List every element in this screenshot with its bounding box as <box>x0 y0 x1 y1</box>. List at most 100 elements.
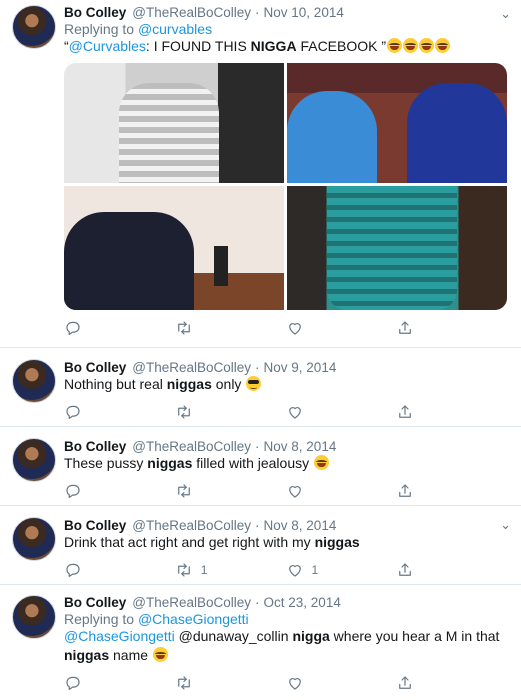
like-count: 1 <box>311 563 319 577</box>
separator: · <box>255 360 260 375</box>
share-icon <box>396 561 414 579</box>
tweet-actions <box>64 672 507 694</box>
reply-button[interactable] <box>64 561 175 579</box>
like-icon <box>286 482 304 500</box>
display-name[interactable]: Bo Colley <box>64 518 126 533</box>
share-button[interactable] <box>396 482 507 500</box>
user-handle[interactable]: @TheRealBoColley <box>132 439 251 454</box>
reply-icon <box>64 561 82 579</box>
share-button[interactable] <box>396 403 507 421</box>
text-segment: FACEBOOK ” <box>296 38 387 54</box>
like-icon <box>286 561 304 579</box>
user-handle[interactable]: @TheRealBoColley <box>132 595 251 610</box>
retweet-icon <box>175 403 193 421</box>
tweet-text: Nothing but real niggas only <box>64 375 507 394</box>
avatar[interactable] <box>12 5 56 49</box>
tweet-header: Bo Colley @TheRealBoColley · Oct 23, 201… <box>64 595 507 610</box>
separator: · <box>255 5 260 20</box>
photo[interactable] <box>64 186 284 310</box>
reply-button[interactable] <box>64 674 175 692</box>
like-button[interactable] <box>286 482 397 500</box>
display-name[interactable]: Bo Colley <box>64 595 126 610</box>
like-button[interactable] <box>286 674 397 692</box>
tweet-actions <box>64 317 507 339</box>
share-button[interactable] <box>396 561 507 579</box>
tweet-date[interactable]: Nov 8, 2014 <box>264 518 337 533</box>
reply-to-link[interactable]: @ChaseGiongetti <box>138 611 249 627</box>
user-handle[interactable]: @TheRealBoColley <box>132 518 251 533</box>
mention-link[interactable]: @ChaseGiongetti <box>64 628 175 644</box>
reply-button[interactable] <box>64 482 175 500</box>
avatar[interactable] <box>12 517 56 561</box>
text-segment: filled with jealousy <box>192 455 314 471</box>
tweet-text: Drink that act right and get right with … <box>64 533 507 552</box>
avatar[interactable] <box>12 438 56 482</box>
photo-grid[interactable] <box>64 63 507 310</box>
avatar[interactable] <box>12 359 56 403</box>
tweet-actions <box>64 401 507 423</box>
like-icon <box>286 319 304 337</box>
reply-icon <box>64 482 82 500</box>
chevron-down-icon[interactable]: ⌄ <box>500 517 511 533</box>
text-segment: name <box>109 647 152 663</box>
photo[interactable] <box>287 186 507 310</box>
like-button[interactable]: 1 <box>286 561 397 579</box>
reply-prefix: Replying to <box>64 611 135 627</box>
text-segment: where you hear a M in that <box>329 628 500 644</box>
photo[interactable] <box>64 63 284 183</box>
text-segment: only <box>211 376 246 392</box>
retweet-button[interactable] <box>175 403 286 421</box>
highlighted-word: NIGGA <box>250 38 297 54</box>
reply-icon <box>64 403 82 421</box>
retweet-icon <box>175 674 193 692</box>
like-button[interactable] <box>286 403 397 421</box>
tweet[interactable]: Bo Colley @TheRealBoColley · Nov 8, 2014… <box>0 427 521 506</box>
photo[interactable] <box>287 63 507 183</box>
like-button[interactable] <box>286 319 397 337</box>
reply-to-link[interactable]: @curvables <box>138 21 212 37</box>
tweet-date[interactable]: Nov 8, 2014 <box>264 439 337 454</box>
reply-context: Replying to @ChaseGiongetti <box>64 611 507 627</box>
reply-prefix: Replying to <box>64 21 135 37</box>
tweet[interactable]: Bo Colley @TheRealBoColley · Oct 23, 201… <box>0 585 521 700</box>
reply-button[interactable] <box>64 403 175 421</box>
share-icon <box>396 403 414 421</box>
text-segment: : I FOUND THIS <box>145 38 251 54</box>
retweet-icon <box>175 482 193 500</box>
laugh-emoji-icon <box>419 38 435 53</box>
chevron-down-icon[interactable]: ⌄ <box>500 6 511 22</box>
display-name[interactable]: Bo Colley <box>64 5 126 20</box>
text-segment: @dunaway_collin <box>174 628 293 644</box>
separator: · <box>255 595 260 610</box>
retweet-icon <box>175 319 193 337</box>
share-icon <box>396 319 414 337</box>
retweet-button[interactable] <box>175 482 286 500</box>
share-button[interactable] <box>396 674 507 692</box>
like-icon <box>286 674 304 692</box>
retweet-button[interactable] <box>175 674 286 692</box>
user-handle[interactable]: @TheRealBoColley <box>132 5 251 20</box>
share-button[interactable] <box>396 319 507 337</box>
tweet[interactable]: Bo Colley @TheRealBoColley · Nov 9, 2014… <box>0 348 521 427</box>
highlighted-word: niggas <box>64 647 110 663</box>
mention-link[interactable]: @Curvables <box>69 38 146 54</box>
retweet-button[interactable] <box>175 319 286 337</box>
reply-context: Replying to @curvables <box>64 21 507 37</box>
display-name[interactable]: Bo Colley <box>64 360 126 375</box>
tweet-date[interactable]: Oct 23, 2014 <box>264 595 341 610</box>
avatar[interactable] <box>12 595 56 639</box>
reply-button[interactable] <box>64 319 175 337</box>
tweet[interactable]: ⌄ Bo Colley @TheRealBoColley · Nov 8, 20… <box>0 506 521 585</box>
retweet-button[interactable]: 1 <box>175 561 286 579</box>
tweet-date[interactable]: Nov 10, 2014 <box>264 5 344 20</box>
tweet[interactable]: ⌄ Bo Colley @TheRealBoColley · Nov 10, 2… <box>0 0 521 348</box>
laugh-emoji-icon <box>387 38 403 53</box>
tweet-actions: 11 <box>64 559 507 581</box>
tweet-header: Bo Colley @TheRealBoColley · Nov 9, 2014 <box>64 360 507 375</box>
highlighted-word: niggas <box>314 534 360 550</box>
user-handle[interactable]: @TheRealBoColley <box>132 360 251 375</box>
tweet-date[interactable]: Nov 9, 2014 <box>264 360 337 375</box>
display-name[interactable]: Bo Colley <box>64 439 126 454</box>
separator: · <box>255 439 260 454</box>
tweet-feed: ⌄ Bo Colley @TheRealBoColley · Nov 10, 2… <box>0 0 521 700</box>
